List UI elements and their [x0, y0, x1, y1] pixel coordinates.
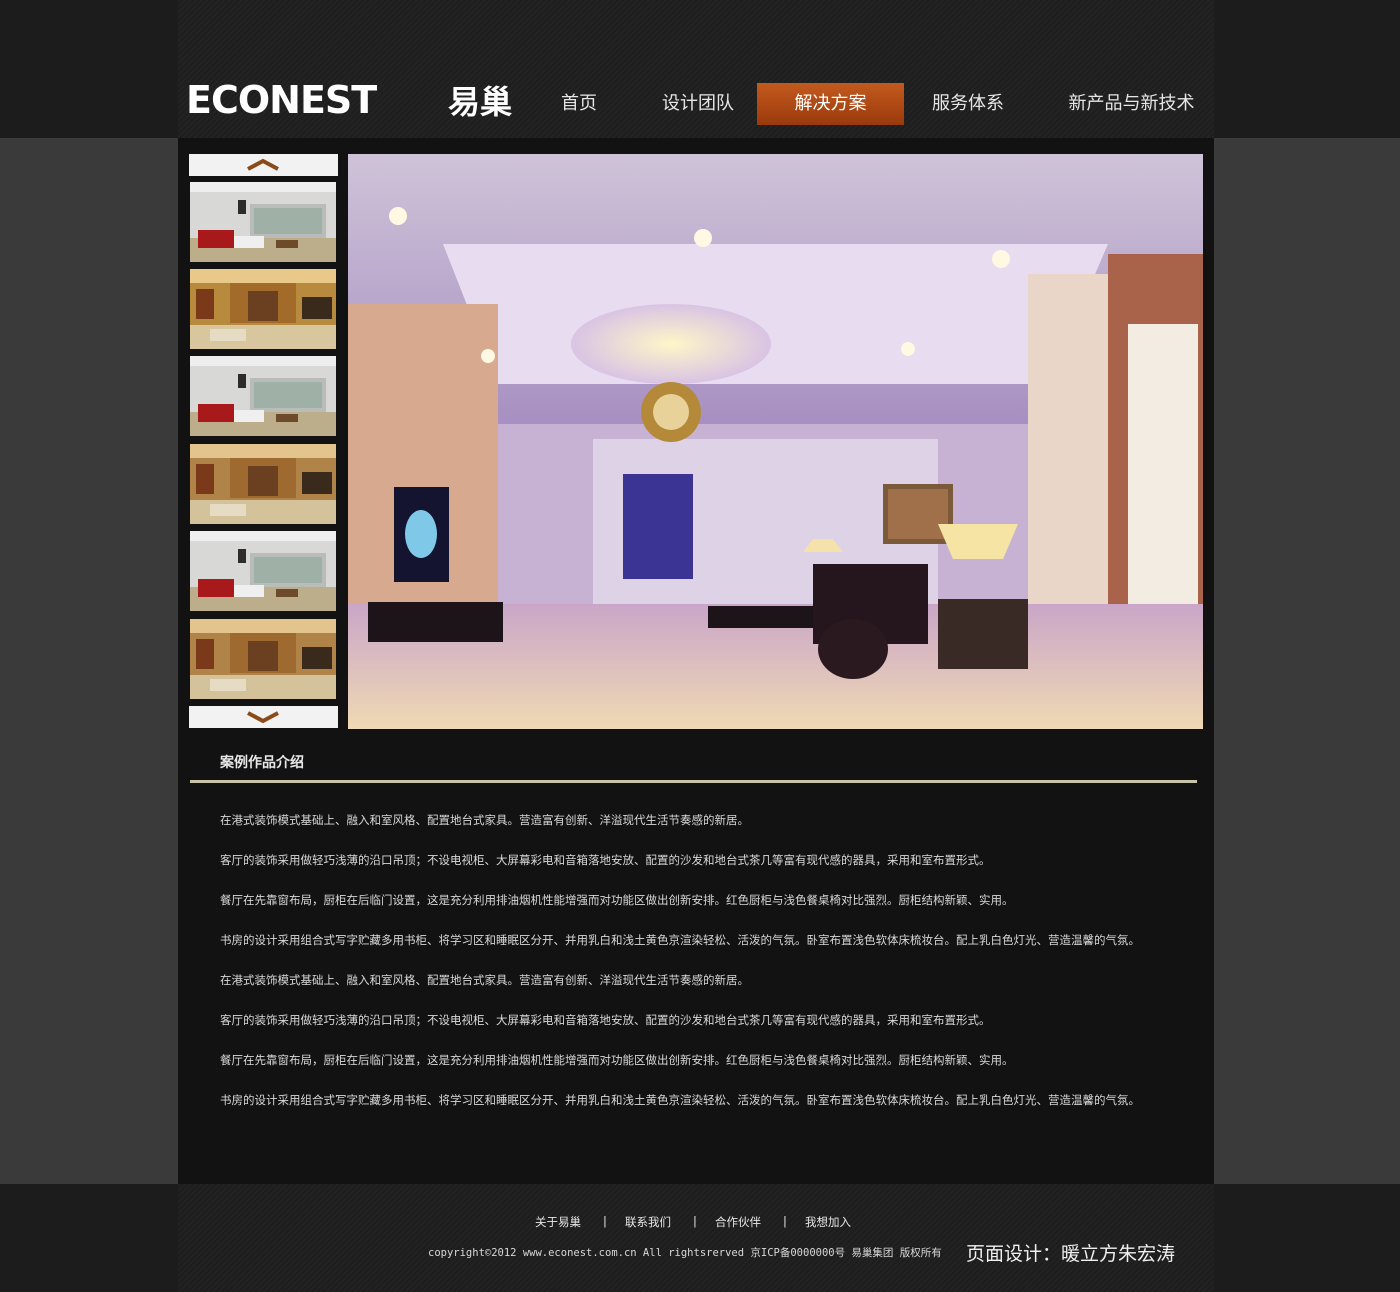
- thumbnail-2[interactable]: [190, 269, 336, 349]
- paragraph: 书房的设计采用组合式写字贮藏多用书柜、将学习区和睡眠区分开、并用乳白和浅土黄色京…: [220, 1093, 1140, 1107]
- main-photo: [348, 154, 1203, 729]
- thumbnail-4[interactable]: [190, 444, 336, 524]
- thumbnail-1[interactable]: [190, 182, 336, 262]
- footer-separator: |: [603, 1214, 607, 1228]
- footer: 关于易巢 | 联系我们 | 合作伙伴 | 我想加入 copyright©2012…: [178, 1184, 1214, 1292]
- footer-link-about[interactable]: 关于易巢: [535, 1214, 581, 1230]
- copyright: copyright©2012 www.econest.com.cn All ri…: [428, 1247, 942, 1259]
- case-description: 在港式装饰模式基础上、融入和室风格、配置地台式家具。营造富有创新、洋溢现代生活节…: [220, 810, 1200, 1130]
- nav-design-team[interactable]: 设计团队: [653, 83, 743, 125]
- chevron-up-icon: [247, 158, 279, 171]
- nav-service-system[interactable]: 服务体系: [923, 83, 1013, 125]
- section-title: 案例作品介绍: [220, 755, 304, 771]
- chevron-down-icon: [247, 711, 279, 724]
- nav-solutions[interactable]: 解决方案: [757, 83, 904, 125]
- footer-link-partners[interactable]: 合作伙伴: [715, 1214, 761, 1230]
- nav-home[interactable]: 首页: [543, 83, 615, 125]
- econest-logo[interactable]: ECONEST 易巢: [186, 78, 518, 122]
- design-credit: 页面设计：暖立方朱宏涛: [966, 1243, 1176, 1265]
- footer-link-contact[interactable]: 联系我们: [625, 1214, 671, 1230]
- section-divider: [190, 780, 1197, 783]
- logo-cn: 易巢: [448, 83, 512, 118]
- paragraph: 书房的设计采用组合式写字贮藏多用书柜、将学习区和睡眠区分开、并用乳白和浅土黄色京…: [220, 933, 1140, 947]
- scroll-up-button[interactable]: [189, 154, 338, 176]
- paragraph: 在港式装饰模式基础上、融入和室风格、配置地台式家具。营造富有创新、洋溢现代生活节…: [220, 813, 749, 827]
- thumbnail-6[interactable]: [190, 619, 336, 699]
- logo-wordmark: ECONEST: [186, 82, 377, 118]
- paragraph: 客厅的装饰采用做轻巧浅薄的沿口吊顶；不设电视柜、大屏幕彩电和音箱落地安放、配置的…: [220, 1013, 991, 1027]
- footer-separator: |: [783, 1214, 787, 1228]
- page-container: ECONEST 易巢 首页 设计团队 解决方案 服务体系 新产品与新技术 案例作…: [178, 0, 1214, 1292]
- thumbnail-3[interactable]: [190, 356, 336, 436]
- footer-link-join[interactable]: 我想加入: [805, 1214, 851, 1230]
- footer-separator: |: [693, 1214, 697, 1228]
- paragraph: 餐厅在先靠窗布局，厨柜在后临门设置，这是充分利用排油烟机性能增强而对功能区做出创…: [220, 1053, 1014, 1067]
- footer-links: 关于易巢 | 联系我们 | 合作伙伴 | 我想加入: [178, 1214, 1214, 1230]
- paragraph: 餐厅在先靠窗布局，厨柜在后临门设置，这是充分利用排油烟机性能增强而对功能区做出创…: [220, 893, 1014, 907]
- scroll-down-button[interactable]: [189, 706, 338, 728]
- thumbnail-5[interactable]: [190, 531, 336, 611]
- header: ECONEST 易巢 首页 设计团队 解决方案 服务体系 新产品与新技术: [178, 0, 1214, 138]
- paragraph: 在港式装饰模式基础上、融入和室风格、配置地台式家具。营造富有创新、洋溢现代生活节…: [220, 973, 749, 987]
- paragraph: 客厅的装饰采用做轻巧浅薄的沿口吊顶；不设电视柜、大屏幕彩电和音箱落地安放、配置的…: [220, 853, 991, 867]
- nav-new-products[interactable]: 新产品与新技术: [1058, 83, 1205, 125]
